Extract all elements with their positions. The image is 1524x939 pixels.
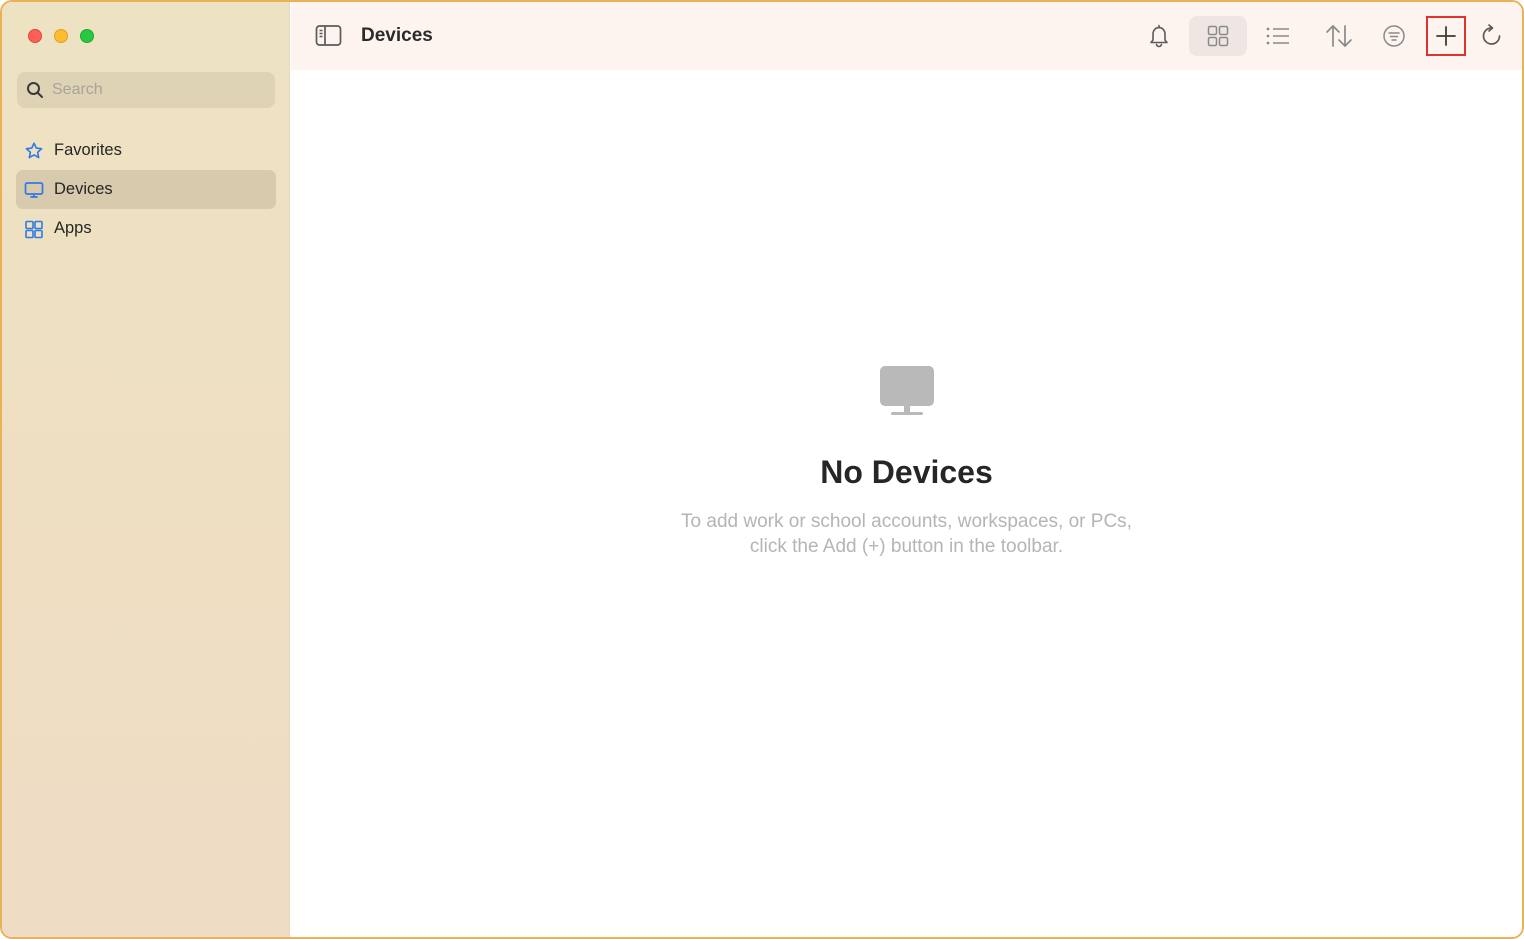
search-field[interactable]: [17, 72, 275, 108]
app-window: Favorites Devices: [0, 0, 1524, 939]
bell-icon: [1150, 24, 1168, 48]
empty-state-message-line: click the Add (+) button in the toolbar.: [749, 536, 1064, 557]
filter-circle-icon: [1383, 25, 1405, 47]
grid-view-button[interactable]: [1189, 16, 1247, 56]
list-view-icon: [1266, 27, 1289, 45]
sidebar-item-favorites[interactable]: Favorites: [16, 131, 276, 170]
monitor-icon: [24, 180, 44, 200]
apps-grid-icon: [24, 219, 44, 239]
search-input[interactable]: [52, 81, 252, 99]
search-icon: [27, 82, 43, 98]
main-content: Devices No Devices To add work or school…: [291, 2, 1522, 937]
filter-button[interactable]: [1379, 16, 1409, 56]
sidebar-toggle-icon: [315, 25, 342, 46]
add-button[interactable]: [1426, 16, 1466, 56]
sidebar-item-devices[interactable]: Devices: [16, 170, 276, 209]
star-icon: [24, 141, 44, 161]
sidebar-item-label: Apps: [54, 219, 92, 237]
close-window-button[interactable]: [28, 29, 42, 43]
window-controls: [28, 29, 94, 43]
page-title: Devices: [361, 25, 433, 46]
empty-state-message-line: To add work or school accounts, workspac…: [681, 511, 1132, 532]
sidebar: Favorites Devices: [2, 2, 290, 937]
zoom-window-button[interactable]: [80, 29, 94, 43]
sidebar-item-label: Favorites: [54, 141, 122, 159]
sidebar-nav: Favorites Devices Apps: [16, 131, 276, 248]
grid-view-icon: [1207, 25, 1229, 47]
toggle-sidebar-button[interactable]: [315, 24, 343, 48]
toolbar: Devices: [291, 2, 1522, 70]
list-view-button[interactable]: [1261, 16, 1295, 56]
plus-icon: [1436, 26, 1456, 46]
sidebar-item-apps[interactable]: Apps: [16, 209, 276, 248]
notifications-button[interactable]: [1144, 16, 1174, 56]
refresh-button[interactable]: [1478, 16, 1506, 56]
sort-arrows-icon: [1326, 25, 1352, 47]
sidebar-item-label: Devices: [54, 180, 113, 198]
sort-button[interactable]: [1321, 16, 1357, 56]
empty-state-title: No Devices: [820, 454, 993, 490]
minimize-window-button[interactable]: [54, 29, 68, 43]
empty-state: No Devices To add work or school account…: [291, 362, 1522, 559]
monitor-icon: [879, 366, 934, 415]
empty-state-message: To add work or school accounts, workspac…: [291, 509, 1522, 559]
refresh-icon: [1482, 24, 1501, 45]
